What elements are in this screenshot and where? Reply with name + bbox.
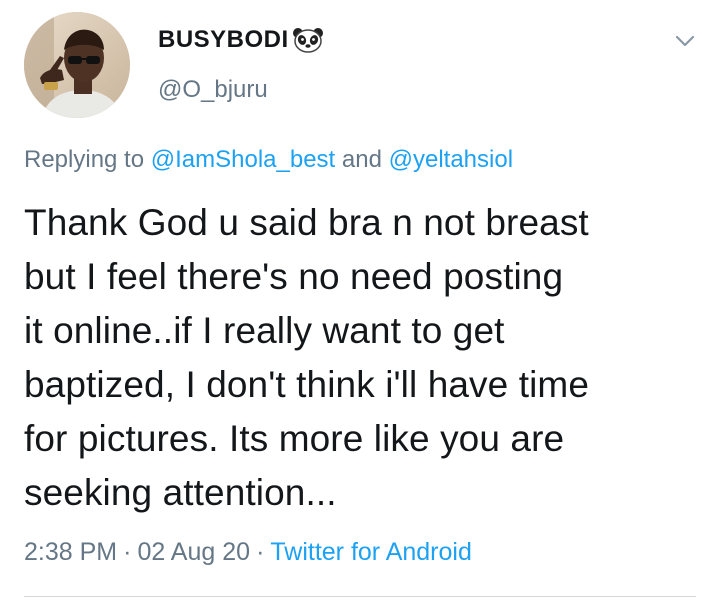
replying-to-conjunction: and [341, 146, 382, 173]
meta-separator: · [256, 538, 265, 566]
avatar[interactable] [24, 12, 130, 118]
tweet-text-line: for pictures. Its more like you are [24, 418, 565, 459]
tweet-text-line: but I feel there's no need posting [24, 256, 564, 297]
tweet-text-line: seeking attention... [24, 472, 337, 513]
meta-separator: · [123, 538, 132, 566]
mention-link[interactable]: @IamShola_best [151, 146, 335, 173]
tweet-text-line: it online..if I really want to get [24, 310, 505, 351]
replying-to: Replying to @IamShola_best and @yeltahsi… [24, 146, 513, 174]
chevron-down-icon[interactable] [674, 30, 696, 52]
tweet-card: BUSYBODI @O_bjuru Replying to @IamShola_… [0, 0, 720, 600]
tweet-text: Thank God u said bra n not breast but I … [24, 196, 704, 520]
mention-link[interactable]: @yeltahsiol [389, 146, 513, 173]
author-name-text: BUSYBODI [158, 26, 289, 53]
avatar-photo [24, 12, 130, 118]
replying-to-label: Replying to [24, 146, 145, 173]
tweet-text-line: Thank God u said bra n not breast [24, 202, 589, 243]
author-name[interactable]: BUSYBODI [158, 26, 325, 54]
tweet-meta: 2:38 PM · 02 Aug 20 · Twitter for Android [24, 538, 472, 567]
panda-face-icon [292, 28, 323, 53]
tweet-text-line: baptized, I don't think i'll have time [24, 364, 590, 405]
author-handle[interactable]: @O_bjuru [158, 76, 268, 104]
tweet-date[interactable]: 02 Aug 20 [137, 538, 250, 566]
tweet-time[interactable]: 2:38 PM [24, 538, 117, 566]
tweet-source-link[interactable]: Twitter for Android [270, 538, 471, 566]
divider [24, 596, 696, 597]
